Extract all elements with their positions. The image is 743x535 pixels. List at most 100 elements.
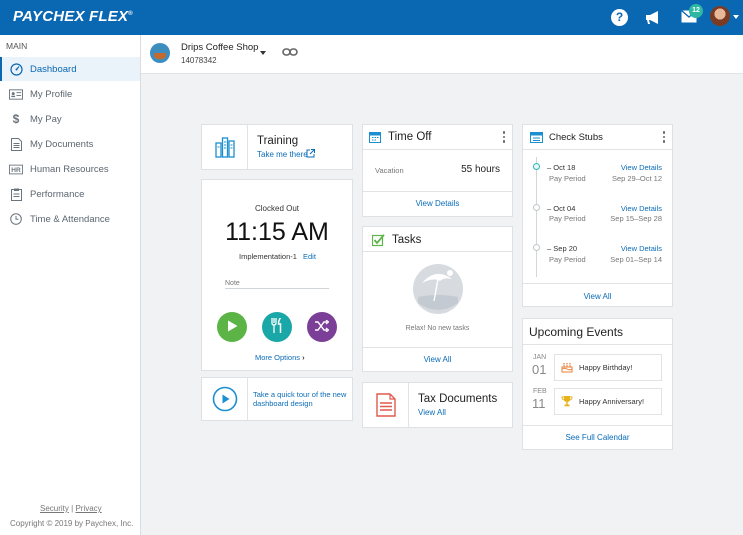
- training-card: Training Take me there: [201, 124, 353, 170]
- company-name[interactable]: Drips Coffee Shop: [181, 42, 258, 53]
- notification-badge: 12: [689, 4, 703, 18]
- tasks-empty-message: Relax! No new tasks: [405, 325, 470, 332]
- link-icon[interactable]: [282, 47, 298, 60]
- paychex-flex-logo[interactable]: PAYCHEX FLEX®: [13, 8, 133, 25]
- megaphone-icon[interactable]: [645, 10, 663, 28]
- sidebar-item-label: My Documents: [30, 138, 94, 150]
- tour-link[interactable]: Take a quick tour of the new dashboard d…: [253, 390, 349, 408]
- stub-date: – Sep 20: [547, 244, 578, 253]
- event-label: Happy Birthday!: [579, 363, 633, 372]
- clock-job: Implementation-1: [239, 252, 297, 261]
- timeline-dot: [533, 163, 540, 170]
- fork-knife-icon: [271, 317, 283, 336]
- event-day: 11: [532, 396, 546, 411]
- tax-documents-card: Tax Documents View All: [362, 382, 513, 428]
- building-icon: [202, 125, 248, 169]
- sidebar-item-label: Time & Attendance: [30, 213, 110, 225]
- divider: [523, 283, 672, 284]
- tasks-view-all[interactable]: View All: [363, 355, 512, 364]
- event-label: Happy Anniversary!: [579, 397, 645, 406]
- footer-links: Security | Privacy: [40, 504, 102, 513]
- play-icon: [227, 320, 238, 335]
- calendar-icon: [369, 131, 381, 146]
- shuffle-icon: [315, 318, 330, 335]
- stub-view-details[interactable]: View Details: [621, 163, 662, 172]
- more-menu-icon[interactable]: [662, 131, 665, 145]
- user-avatar[interactable]: [710, 6, 730, 26]
- see-full-calendar-link[interactable]: See Full Calendar: [523, 433, 672, 442]
- divider: [363, 251, 512, 252]
- stub-period: Sep 01–Sep 14: [610, 255, 662, 264]
- clock-status: Clocked Out: [254, 204, 300, 213]
- tax-documents-title: Tax Documents: [418, 393, 498, 405]
- sidebar: MAIN Dashboard My Profile $ My Pay My Do…: [0, 35, 141, 535]
- time-off-type: Vacation: [375, 166, 404, 175]
- edit-job-link[interactable]: Edit: [303, 252, 316, 261]
- stub-label: Pay Period: [549, 255, 586, 264]
- time-off-view-details[interactable]: View Details: [363, 199, 512, 208]
- chevron-down-icon[interactable]: [260, 51, 266, 55]
- stub-date: – Oct 04: [547, 204, 576, 213]
- company-bar: Drips Coffee Shop 14078342: [141, 35, 743, 74]
- sidebar-item-human-resources[interactable]: HR Human Resources: [0, 157, 140, 181]
- event-month: JAN: [533, 354, 547, 361]
- upcoming-events-card: Upcoming Events JAN 01 Happy Birthday! F…: [522, 318, 673, 450]
- event-item[interactable]: Happy Birthday!: [554, 354, 662, 381]
- external-link-icon[interactable]: [306, 149, 315, 161]
- stub-view-details[interactable]: View Details: [621, 244, 662, 253]
- document-icon: [9, 137, 23, 151]
- event-item[interactable]: Happy Anniversary!: [554, 388, 662, 415]
- training-title: Training: [257, 135, 299, 147]
- calendar-icon: [530, 131, 543, 146]
- stub-label: Pay Period: [549, 174, 586, 183]
- privacy-link[interactable]: Privacy: [75, 504, 101, 513]
- check-stubs-view-all[interactable]: View All: [523, 292, 672, 301]
- tasks-title: Tasks: [392, 234, 422, 246]
- divider: [363, 191, 512, 192]
- divider: [523, 425, 672, 426]
- id-card-icon: [9, 88, 23, 100]
- time-clock-card: Clocked Out 11:15 AM Implementation-1 Ed…: [201, 179, 353, 371]
- time-off-title: Time Off: [388, 131, 432, 143]
- training-link[interactable]: Take me there: [257, 150, 308, 159]
- sidebar-item-time-attendance[interactable]: Time & Attendance: [0, 207, 140, 231]
- security-link[interactable]: Security: [40, 504, 69, 513]
- sidebar-item-my-documents[interactable]: My Documents: [0, 132, 140, 156]
- copyright: Copyright © 2019 by Paychex, Inc.: [10, 519, 134, 528]
- clipboard-icon: [9, 188, 23, 201]
- timeline-dot: [533, 244, 540, 251]
- sidebar-item-label: My Pay: [30, 113, 62, 125]
- stub-period: Sep 29–Oct 12: [611, 174, 662, 183]
- stub-label: Pay Period: [549, 214, 586, 223]
- meal-break-button[interactable]: [262, 312, 292, 342]
- more-menu-icon[interactable]: [502, 131, 505, 145]
- clock-in-button[interactable]: [217, 312, 247, 342]
- dollar-icon: $: [12, 112, 20, 126]
- help-icon[interactable]: ?: [611, 9, 628, 26]
- divider: [523, 149, 672, 150]
- chevron-right-icon: ›: [302, 353, 305, 362]
- svg-text:HR: HR: [11, 167, 21, 174]
- stub-view-details[interactable]: View Details: [621, 204, 662, 213]
- sidebar-item-label: Dashboard: [30, 63, 77, 75]
- footer-separator: |: [71, 504, 74, 513]
- tax-documents-view-all[interactable]: View All: [418, 408, 446, 417]
- timeline-line: [536, 157, 537, 277]
- stub-period: Sep 15–Sep 28: [610, 214, 662, 223]
- tasks-card: Tasks Relax! No new tasks View All: [362, 226, 513, 372]
- checkbox-icon: [371, 234, 385, 250]
- note-input[interactable]: [225, 278, 329, 289]
- sidebar-item-label: Human Resources: [30, 163, 109, 175]
- sidebar-item-my-pay[interactable]: $ My Pay: [0, 107, 140, 131]
- sidebar-item-my-profile[interactable]: My Profile: [0, 82, 140, 106]
- transfer-button[interactable]: [307, 312, 337, 342]
- more-options-link[interactable]: More Options ›: [255, 353, 305, 362]
- chevron-down-icon[interactable]: [733, 15, 739, 19]
- company-id: 14078342: [181, 56, 217, 65]
- divider: [523, 344, 672, 345]
- stub-date: – Oct 18: [547, 163, 576, 172]
- sidebar-item-dashboard[interactable]: Dashboard: [0, 57, 140, 81]
- sidebar-item-performance[interactable]: Performance: [0, 182, 140, 206]
- check-stubs-title: Check Stubs: [549, 132, 603, 143]
- tour-card[interactable]: Take a quick tour of the new dashboard d…: [201, 377, 353, 421]
